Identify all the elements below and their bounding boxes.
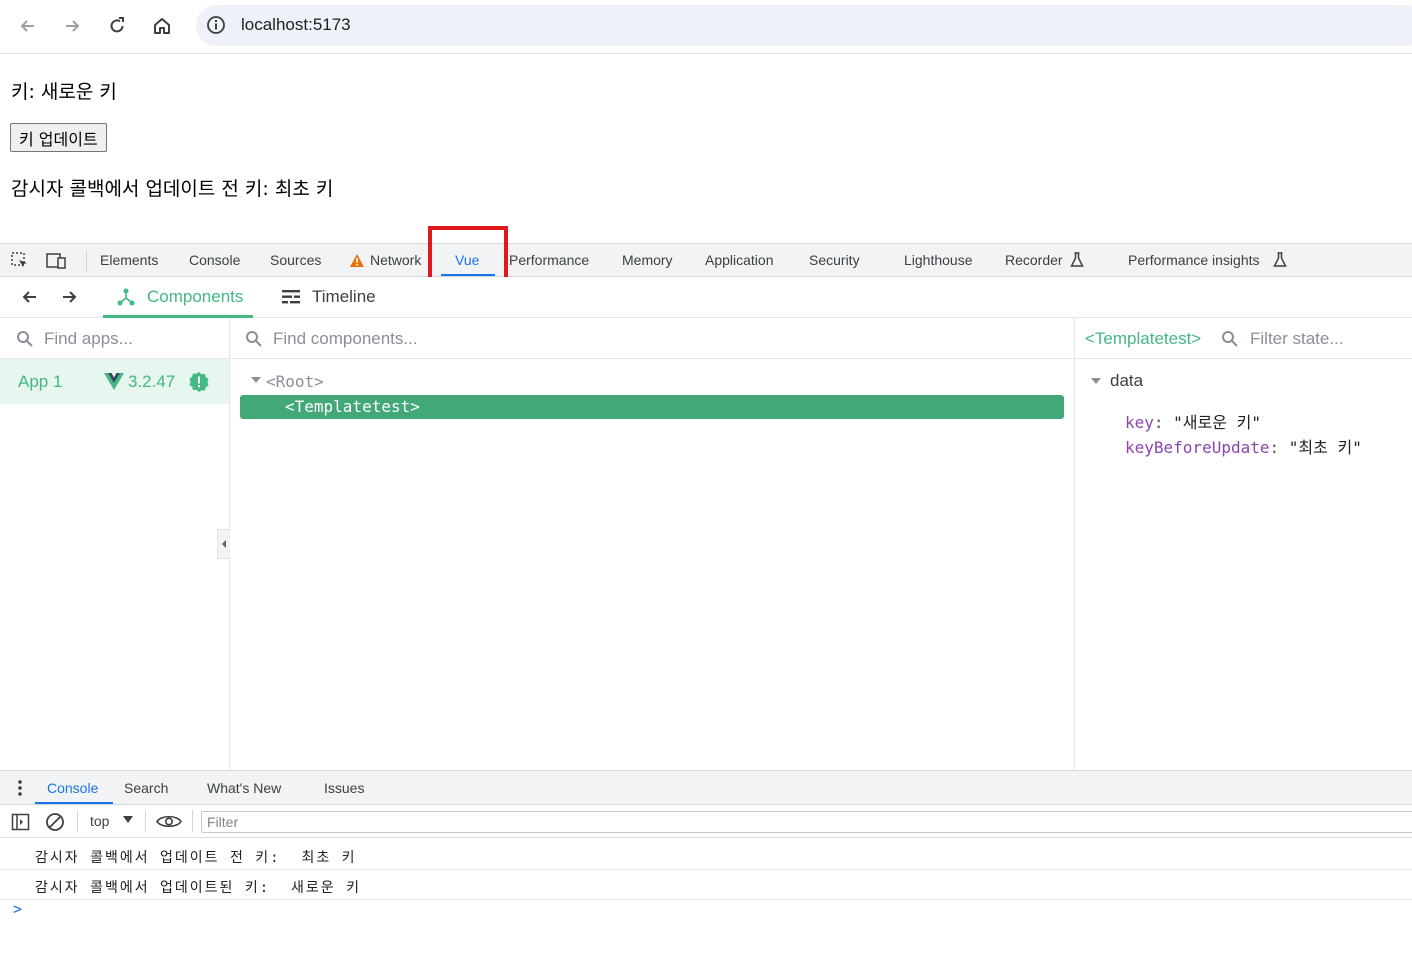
tab-lighthouse[interactable]: Lighthouse bbox=[904, 252, 973, 268]
state-key: keyBeforeUpdate bbox=[1125, 438, 1270, 457]
app-name: App 1 bbox=[18, 372, 63, 391]
devtools-tabbar: Elements Console Sources Network Vue Per… bbox=[0, 243, 1412, 277]
log-message: 감시자 콜백에서 업데이트된 키: 새로운 키 bbox=[35, 880, 361, 896]
tree-node-label: <Templatetest> bbox=[285, 397, 420, 416]
url-text: localhost:5173 bbox=[241, 15, 351, 34]
back-button[interactable] bbox=[12, 10, 44, 42]
state-field-key-before-update: keyBeforeUpdate: "최초 키" bbox=[1125, 438, 1362, 457]
browser-toolbar: localhost:5173 bbox=[0, 0, 1412, 54]
vue-devtools-bar: Components Timeline bbox=[0, 277, 1412, 318]
forward-button[interactable] bbox=[56, 10, 88, 42]
apps-pane: Find apps... App 1 3.2.47 bbox=[0, 318, 230, 770]
state-value[interactable]: "최초 키" bbox=[1289, 438, 1362, 457]
home-icon bbox=[154, 18, 170, 34]
console-filter-input[interactable]: Filter bbox=[201, 811, 1412, 833]
flask-icon bbox=[1070, 252, 1084, 268]
divider bbox=[77, 810, 78, 832]
tab-security[interactable]: Security bbox=[809, 252, 860, 268]
sidebar-toggle-icon[interactable] bbox=[11, 812, 31, 832]
reload-button[interactable] bbox=[101, 10, 133, 42]
search-icon bbox=[16, 330, 34, 348]
console-log-line: 감시자 콜백에서 업데이트된 키: 새로운 키 bbox=[0, 870, 1412, 900]
console-log-line: 감시자 콜백에서 업데이트 전 키: 최초 키 bbox=[0, 840, 1412, 870]
dropdown-arrow-icon bbox=[123, 816, 133, 824]
clear-console-icon[interactable] bbox=[45, 812, 65, 832]
component-tree-pane: Find components... <Root> <Templatetest> bbox=[230, 318, 1075, 770]
live-expression-eye-icon[interactable] bbox=[156, 813, 182, 830]
arrow-left-icon bbox=[20, 20, 34, 32]
console-prompt[interactable]: > bbox=[13, 900, 22, 918]
find-components-row: Find components... bbox=[230, 318, 1074, 359]
search-icon bbox=[245, 330, 263, 348]
search-icon bbox=[1221, 330, 1239, 348]
find-apps-input[interactable]: Find apps... bbox=[44, 329, 133, 349]
inspector-header: <Templatetest> Filter state... bbox=[1075, 318, 1412, 359]
app-list-item[interactable]: App 1 3.2.47 bbox=[0, 359, 229, 404]
arrow-right-icon bbox=[66, 20, 80, 32]
tab-timeline[interactable]: Timeline bbox=[312, 287, 376, 307]
more-tools-icon[interactable] bbox=[12, 779, 28, 797]
filter-state-input[interactable]: Filter state... bbox=[1250, 329, 1344, 349]
tree-node-selected[interactable]: <Templatetest> bbox=[240, 395, 1064, 419]
tab-memory[interactable]: Memory bbox=[622, 252, 673, 268]
tab-components[interactable]: Components bbox=[147, 287, 243, 307]
expand-caret-icon[interactable] bbox=[250, 374, 262, 386]
collapse-pane-button[interactable] bbox=[217, 529, 230, 559]
state-field-key: key: "새로운 키" bbox=[1125, 413, 1261, 432]
state-section-data[interactable]: data bbox=[1110, 371, 1143, 391]
tab-application[interactable]: Application bbox=[705, 252, 774, 268]
drawer-tab-issues[interactable]: Issues bbox=[324, 780, 364, 796]
home-button[interactable] bbox=[146, 10, 178, 42]
find-components-input[interactable]: Find components... bbox=[273, 329, 418, 349]
state-value[interactable]: "새로운 키" bbox=[1173, 413, 1261, 432]
tab-performance[interactable]: Performance bbox=[509, 252, 589, 268]
key-text: 키: 새로운 키 bbox=[11, 81, 117, 103]
vue-back-button[interactable] bbox=[20, 287, 40, 307]
tab-recorder[interactable]: Recorder bbox=[1005, 252, 1063, 268]
address-bar[interactable]: localhost:5173 bbox=[196, 5, 1412, 46]
vue-logo-icon bbox=[104, 373, 124, 390]
expand-caret-icon[interactable] bbox=[1090, 375, 1102, 387]
active-tab-indicator bbox=[35, 802, 113, 804]
reload-icon bbox=[110, 17, 124, 33]
tab-sources[interactable]: Sources bbox=[270, 252, 321, 268]
caret-left-icon bbox=[222, 540, 226, 548]
tab-console[interactable]: Console bbox=[189, 252, 240, 268]
arrow-right-icon bbox=[63, 291, 77, 303]
warning-icon bbox=[349, 253, 365, 268]
tab-elements[interactable]: Elements bbox=[100, 252, 158, 268]
context-selector[interactable]: top bbox=[86, 812, 136, 832]
flask-icon bbox=[1273, 252, 1287, 268]
context-value: top bbox=[90, 813, 110, 829]
drawer-tabbar: Console Search What's New Issues bbox=[0, 770, 1412, 805]
vue-version: 3.2.47 bbox=[128, 372, 176, 391]
inspected-component-name: <Templatetest> bbox=[1085, 329, 1202, 348]
page-content: 키: 새로운 키 키 업데이트 감시자 콜백에서 업데이트 전 키: 최초 키 bbox=[0, 55, 1412, 243]
inspect-element-icon[interactable] bbox=[10, 251, 30, 271]
find-apps-row: Find apps... bbox=[0, 318, 229, 359]
tab-performance-insights[interactable]: Performance insights bbox=[1128, 252, 1260, 268]
tree-node-root[interactable]: <Root> bbox=[266, 372, 324, 391]
components-icon bbox=[116, 287, 136, 307]
divider bbox=[86, 250, 87, 272]
watcher-text: 감시자 콜백에서 업데이트 전 키: 최초 키 bbox=[11, 178, 334, 200]
update-key-button[interactable]: 키 업데이트 bbox=[10, 123, 107, 152]
divider bbox=[192, 810, 193, 832]
state-key: key bbox=[1125, 413, 1154, 432]
drawer-tab-console[interactable]: Console bbox=[47, 780, 98, 796]
arrow-left-icon bbox=[22, 291, 36, 303]
log-message: 감시자 콜백에서 업데이트 전 키: 최초 키 bbox=[35, 850, 357, 866]
console-toolbar: top Filter bbox=[0, 805, 1412, 838]
vue-forward-button[interactable] bbox=[59, 287, 79, 307]
state-inspector-pane: <Templatetest> Filter state... data key:… bbox=[1075, 318, 1412, 770]
site-info-icon[interactable] bbox=[206, 15, 226, 35]
drawer-tab-search[interactable]: Search bbox=[124, 780, 168, 796]
timeline-icon bbox=[282, 289, 300, 305]
drawer-tab-whats-new[interactable]: What's New bbox=[207, 780, 281, 796]
tab-network[interactable]: Network bbox=[370, 252, 421, 268]
warning-badge-icon bbox=[188, 371, 210, 393]
divider bbox=[145, 810, 146, 832]
device-toolbar-icon[interactable] bbox=[45, 251, 67, 271]
